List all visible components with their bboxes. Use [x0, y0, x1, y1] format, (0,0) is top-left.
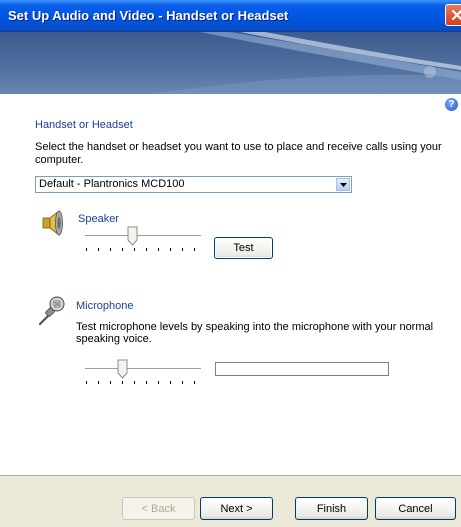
banner-graphic [150, 32, 461, 94]
speaker-label: Speaker [78, 213, 119, 225]
speaker-test-button[interactable]: Test [214, 237, 273, 259]
help-icon[interactable]: ? [445, 98, 458, 111]
chevron-down-icon [340, 183, 347, 187]
back-button[interactable]: < Back [122, 497, 195, 520]
microphone-instruction: Test microphone levels by speaking into … [76, 321, 434, 345]
microphone-icon [38, 296, 65, 326]
next-button[interactable]: Next > [200, 497, 273, 520]
microphone-slider-track [85, 368, 201, 370]
speaker-volume-slider[interactable] [85, 226, 205, 258]
close-button[interactable] [445, 4, 461, 26]
section-instruction: Select the handset or headset you want t… [35, 141, 442, 166]
window-title: Set Up Audio and Video - Handset or Head… [8, 8, 289, 23]
section-heading: Handset or Headset [35, 119, 133, 131]
speaker-slider-track [85, 235, 201, 237]
speaker-icon [42, 210, 63, 236]
content-panel: ? Handset or Headset Select the handset … [0, 94, 461, 476]
microphone-slider-thumb[interactable] [117, 359, 128, 379]
speaker-slider-thumb[interactable] [127, 226, 138, 246]
dropdown-button[interactable] [336, 178, 350, 191]
wizard-button-bar: < Back Next > Finish Cancel [0, 476, 461, 527]
speaker-slider-ticks [86, 248, 195, 251]
finish-button[interactable]: Finish [295, 497, 368, 520]
device-dropdown[interactable]: Default - Plantronics MCD100 [35, 176, 352, 193]
header-banner [0, 32, 461, 94]
microphone-label: Microphone [76, 300, 134, 312]
title-bar[interactable]: Set Up Audio and Video - Handset or Head… [0, 0, 461, 32]
close-icon [451, 9, 461, 21]
microphone-volume-slider[interactable] [85, 359, 205, 391]
device-dropdown-value: Default - Plantronics MCD100 [39, 178, 185, 190]
dialog-window: Set Up Audio and Video - Handset or Head… [0, 0, 461, 527]
cancel-button[interactable]: Cancel [375, 497, 456, 520]
microphone-level-meter [215, 362, 389, 376]
microphone-slider-ticks [86, 381, 195, 384]
